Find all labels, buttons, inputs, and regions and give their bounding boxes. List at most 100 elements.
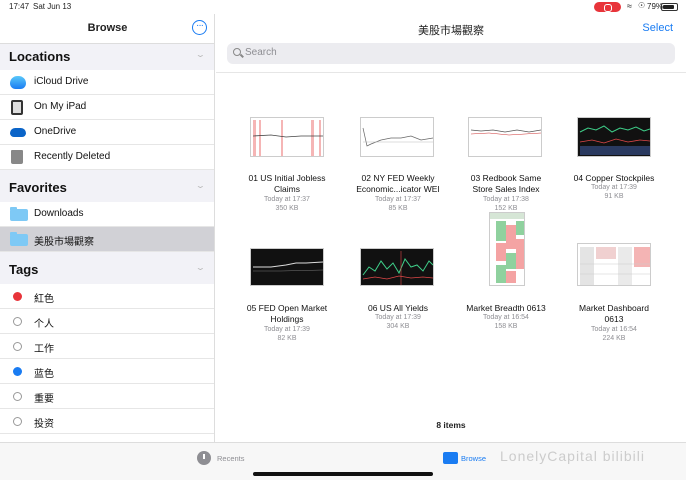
sidebar-item-label: 美股市場觀察	[34, 237, 94, 248]
file-thumbnail	[577, 117, 651, 157]
tag-label: 个人	[34, 319, 54, 330]
file-date: Today at 17:39	[375, 314, 421, 321]
table-thumbnail-icon	[580, 247, 650, 285]
file-date: Today at 17:39	[591, 184, 637, 191]
locations-header-label: Locations	[9, 49, 71, 64]
watermark: LonelyCapital bilibili	[500, 448, 645, 464]
sidebar-header: Browse ···	[0, 14, 214, 44]
file-thumbnail	[250, 117, 324, 157]
main-pane: 美股市場觀察 Select Search 01 US Initial Joble…	[216, 14, 686, 442]
file-thumbnail	[360, 117, 434, 157]
tag-item[interactable]: 紅色	[0, 284, 214, 309]
file-date: Today at 17:38	[483, 196, 529, 203]
tag-item[interactable]: 重要	[0, 384, 214, 409]
sidebar: Browse ··· Locations ⌄ iCloud Drive On M…	[0, 14, 215, 442]
wifi-icon: ≈	[627, 1, 632, 11]
tag-item[interactable]: 投资	[0, 409, 214, 434]
tab-label: Browse	[461, 454, 487, 463]
folder-icon	[10, 207, 28, 221]
chevron-down-icon[interactable]: ⌄	[195, 50, 206, 59]
file-name: 05 FED Open Market	[246, 303, 328, 313]
clock-icon	[197, 451, 211, 465]
sidebar-item-label: Downloads	[34, 208, 84, 219]
more-options-button[interactable]: ···	[192, 20, 207, 35]
tag-blue-icon	[13, 367, 22, 376]
file-date: Today at 17:37	[375, 196, 421, 203]
search-placeholder: Search	[245, 47, 277, 58]
onedrive-icon	[10, 128, 26, 137]
chevron-down-icon[interactable]: ⌄	[195, 263, 206, 272]
file-size: 224 KB	[602, 335, 626, 342]
locations-section-header[interactable]: Locations ⌄	[0, 44, 214, 70]
status-time: 17:47	[9, 2, 30, 11]
file-name: Claims	[274, 184, 300, 194]
sidebar-item-label: iCloud Drive	[34, 76, 89, 87]
tags-section-header[interactable]: Tags ⌄	[0, 252, 214, 284]
file-thumbnail	[468, 117, 542, 157]
sidebar-item-recently-deleted[interactable]: Recently Deleted	[0, 145, 214, 170]
tag-item[interactable]: 个人	[0, 309, 214, 334]
sidebar-item-label: On My iPad	[34, 101, 87, 112]
page-title: 美股市場觀察	[418, 25, 484, 37]
file-name: Market Dashboard	[579, 303, 649, 313]
divider	[216, 72, 686, 73]
select-button[interactable]: Select	[642, 22, 673, 34]
search-icon	[233, 48, 241, 56]
tag-empty-icon	[13, 392, 22, 401]
ipad-icon	[11, 100, 23, 115]
sidebar-item-label: OneDrive	[34, 126, 77, 137]
folder-icon	[10, 232, 28, 246]
sidebar-item-onedrive[interactable]: OneDrive	[0, 120, 214, 145]
chart-thumbnail-icon	[253, 261, 323, 272]
tag-empty-icon	[13, 342, 22, 351]
folder-icon	[443, 452, 458, 464]
tag-empty-icon	[13, 417, 22, 426]
file-thumbnail	[360, 248, 434, 286]
orientation-lock-icon: ☉	[638, 1, 646, 10]
file-date: Today at 17:39	[264, 326, 310, 333]
favorites-section-header[interactable]: Favorites ⌄	[0, 170, 214, 202]
sidebar-item-on-my-ipad[interactable]: On My iPad	[0, 95, 214, 120]
chart-thumbnail-icon	[362, 251, 433, 285]
chevron-down-icon[interactable]: ⌄	[195, 181, 206, 190]
file-date: Today at 16:54	[591, 326, 637, 333]
sidebar-item-downloads[interactable]: Downloads	[0, 202, 214, 227]
file-size: 350 KB	[275, 205, 299, 212]
tag-label: 重要	[34, 394, 54, 405]
file-name: 02 NY FED Weekly	[361, 173, 435, 183]
tag-item[interactable]: 工作	[0, 334, 214, 359]
sidebar-item-label: Recently Deleted	[34, 151, 111, 162]
file-size: 85 KB	[388, 205, 408, 212]
chart-thumbnail-icon	[470, 129, 541, 136]
tab-bar: Recents Browse LonelyCapital bilibili	[0, 442, 686, 480]
file-name: 04 Copper Stockpiles	[573, 173, 655, 183]
tab-label: Recents	[217, 454, 245, 463]
trash-icon	[11, 150, 23, 164]
file-name: 06 US All Yields	[367, 303, 428, 313]
file-size: 82 KB	[277, 335, 297, 342]
file-size: 152 KB	[494, 205, 518, 212]
favorites-header-label: Favorites	[9, 180, 67, 195]
file-name: Holdings	[270, 314, 304, 324]
file-name: Market Breadth 0613	[466, 303, 546, 313]
table-thumbnail-icon	[490, 213, 524, 283]
file-thumbnail	[577, 243, 651, 286]
file-size: 91 KB	[604, 193, 624, 200]
chart-thumbnail-icon	[252, 120, 323, 156]
file-date: Today at 16:54	[483, 314, 529, 321]
file-name: Store Sales Index	[472, 184, 540, 194]
tag-red-icon	[13, 292, 22, 301]
status-date: Sat Jun 13	[33, 2, 72, 11]
tag-empty-icon	[13, 317, 22, 326]
search-field[interactable]: Search	[227, 43, 675, 64]
sidebar-item-icloud-drive[interactable]: iCloud Drive	[0, 70, 214, 95]
tag-label: 紅色	[34, 294, 54, 305]
tags-header-label: Tags	[9, 262, 39, 277]
file-name: 01 US Initial Jobless	[248, 173, 326, 183]
home-indicator[interactable]	[253, 472, 433, 476]
battery-icon	[661, 3, 678, 11]
items-count: 8 items	[436, 420, 466, 430]
sidebar-item-folder-selected[interactable]: 美股市場觀察	[0, 227, 214, 252]
file-size: 304 KB	[386, 323, 410, 330]
tag-item[interactable]: 蓝色	[0, 359, 214, 384]
